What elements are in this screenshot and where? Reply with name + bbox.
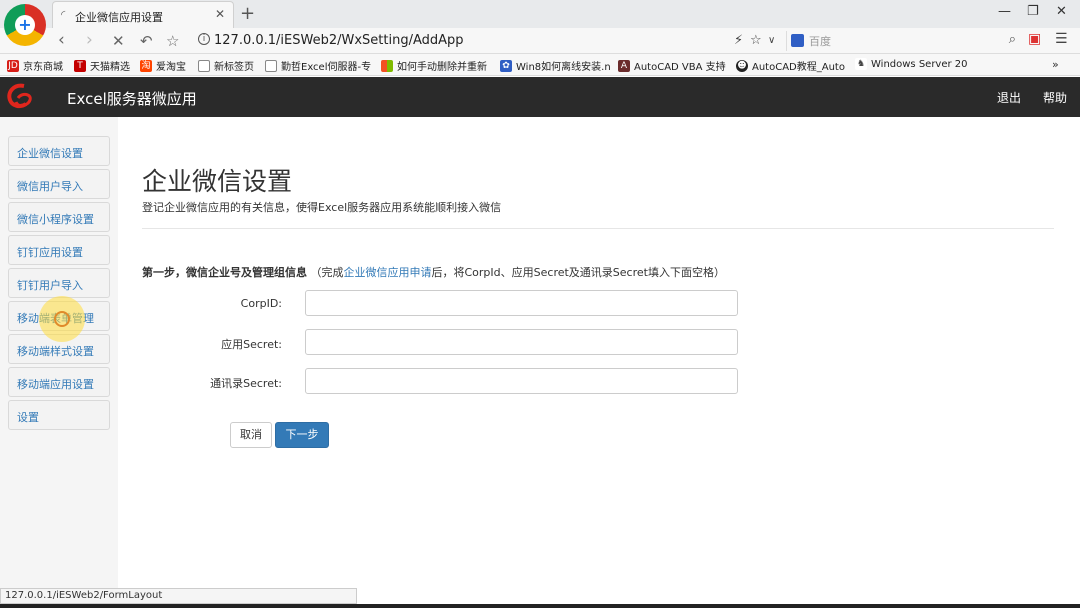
dropdown-icon[interactable]: ∨ bbox=[768, 35, 775, 46]
forward-icon[interactable]: › bbox=[86, 30, 93, 50]
bookmark-item[interactable]: 新标签页 bbox=[198, 58, 254, 73]
cancel-button[interactable]: 取消 bbox=[230, 422, 272, 448]
status-bar-url: 127.0.0.1/iESWeb2/FormLayout bbox=[0, 588, 357, 604]
tab-title: 企业微信应用设置 bbox=[75, 11, 163, 24]
sidebar-item-mobile-app-settings[interactable]: 移动端应用设置 bbox=[8, 367, 110, 397]
taobao-icon: 淘 bbox=[140, 59, 152, 72]
sidebar-item-dingtalk-user-import[interactable]: 钉钉用户导入 bbox=[8, 268, 110, 298]
app-header: Excel服务器微应用 退出 帮助 bbox=[0, 77, 1080, 117]
baidu-icon[interactable] bbox=[791, 34, 804, 47]
step-note-suffix: 后，将CorpId、应用Secret及通讯录Secret填入下面空格） bbox=[431, 266, 725, 279]
divider bbox=[142, 228, 1054, 229]
browser-tab[interactable]: ◜ 企业微信应用设置 ✕ bbox=[52, 1, 234, 28]
emoji-icon: ☻ bbox=[736, 59, 748, 72]
sidebar-item-settings[interactable]: 设置 bbox=[8, 400, 110, 430]
site-info-icon[interactable]: i bbox=[198, 33, 210, 45]
wolf-icon: ♞ bbox=[855, 58, 867, 70]
bookmark-item[interactable]: 如何手动删除并重新 bbox=[381, 58, 487, 73]
bookmark-item[interactable]: 淘 爱淘宝 bbox=[140, 58, 186, 73]
url-text[interactable]: 127.0.0.1/iESWeb2/WxSetting/AddApp bbox=[214, 33, 464, 48]
corpid-input[interactable] bbox=[305, 290, 738, 316]
bookmarks-bar: JD 京东商城 T 天猫精选 淘 爱淘宝 新标签页 勤哲Excel伺服器-专 如… bbox=[0, 54, 1080, 76]
back-icon[interactable]: ‹ bbox=[58, 30, 65, 50]
next-step-button[interactable]: 下一步 bbox=[275, 422, 329, 448]
wecom-apply-link[interactable]: 企业微信应用申请 bbox=[344, 266, 432, 279]
bookmark-item[interactable]: A AutoCAD VBA 支持 bbox=[618, 58, 726, 73]
bookmarks-overflow-icon[interactable]: » bbox=[1052, 58, 1059, 71]
page-subtitle: 登记企业微信应用的有关信息，使得Excel服务器应用系统能顺利接入微信 bbox=[142, 201, 502, 214]
page-icon bbox=[265, 59, 277, 72]
step-note-prefix: （完成 bbox=[310, 266, 344, 279]
loading-icon: ◜ bbox=[61, 8, 66, 21]
url-input[interactable]: i 127.0.0.1/iESWeb2/WxSetting/AddApp ⚡ ☆… bbox=[190, 31, 782, 51]
app-logo-icon bbox=[7, 83, 32, 109]
browser-tab-strip: ◜ 企业微信应用设置 ✕ + — ❐ ✕ bbox=[0, 0, 1080, 28]
sidebar-item-dingtalk-app-settings[interactable]: 钉钉应用设置 bbox=[8, 235, 110, 265]
app-secret-input[interactable] bbox=[305, 329, 738, 355]
bookmark-item[interactable]: 勤哲Excel伺服器-专 bbox=[265, 58, 371, 73]
step-instruction: 第一步，微信企业号及管理组信息 （完成企业微信应用申请后，将CorpId、应用S… bbox=[142, 264, 725, 280]
favorite-icon[interactable]: ☆ bbox=[750, 33, 762, 48]
close-tab-icon[interactable]: ✕ bbox=[215, 7, 225, 21]
logout-link[interactable]: 退出 bbox=[997, 89, 1021, 106]
stop-icon[interactable]: ✕ bbox=[112, 32, 125, 50]
app-secret-label: 应用Secret: bbox=[221, 338, 282, 351]
bookmark-star-icon[interactable]: ☆ bbox=[166, 32, 179, 50]
page-title: 企业微信设置 bbox=[142, 167, 293, 196]
bookmark-item[interactable]: ✿ Win8如何离线安装.n bbox=[500, 58, 611, 73]
window-close-icon[interactable]: ✕ bbox=[1056, 4, 1067, 19]
pdf-icon[interactable]: ▣ bbox=[1028, 31, 1041, 47]
browser-logo-icon[interactable]: + bbox=[4, 4, 46, 46]
bookmark-item[interactable]: ☻ AutoCAD教程_Auto bbox=[736, 58, 845, 73]
restore-icon[interactable]: ❐ bbox=[1027, 4, 1039, 19]
search-placeholder[interactable]: 百度 bbox=[809, 33, 831, 49]
sidebar-item-wechat-user-import[interactable]: 微信用户导入 bbox=[8, 169, 110, 199]
sidebar-item-wecom-settings[interactable]: 企业微信设置 bbox=[8, 136, 110, 166]
address-bar: ‹ › ✕ ↶ ☆ i 127.0.0.1/iESWeb2/WxSetting/… bbox=[0, 28, 1080, 54]
contacts-secret-input[interactable] bbox=[305, 368, 738, 394]
new-tab-icon[interactable]: + bbox=[240, 3, 255, 24]
windows-icon bbox=[381, 59, 393, 72]
tmall-icon: T bbox=[74, 59, 86, 72]
page-icon bbox=[198, 59, 210, 72]
mouse-cursor-icon bbox=[54, 311, 70, 327]
search-icon[interactable]: ⌕ bbox=[1009, 32, 1016, 47]
jd-icon: JD bbox=[7, 59, 19, 72]
app-title: Excel服务器微应用 bbox=[67, 90, 197, 108]
corpid-label: CorpID: bbox=[240, 297, 282, 310]
sidebar-item-miniprogram-settings[interactable]: 微信小程序设置 bbox=[8, 202, 110, 232]
autocad-icon: A bbox=[618, 59, 630, 72]
minimize-icon[interactable]: — bbox=[998, 4, 1011, 19]
menu-icon[interactable]: ☰ bbox=[1055, 31, 1068, 47]
baidu-paw-icon: ✿ bbox=[500, 59, 512, 72]
undo-icon[interactable]: ↶ bbox=[140, 32, 153, 50]
search-box[interactable]: 百度 ⌕ bbox=[786, 31, 1022, 51]
bookmark-item[interactable]: T 天猫精选 bbox=[74, 58, 130, 73]
contacts-secret-label: 通讯录Secret: bbox=[210, 377, 282, 390]
bookmark-item[interactable]: JD 京东商城 bbox=[7, 58, 63, 73]
bookmark-item[interactable]: ♞ Windows Server 20 bbox=[855, 58, 968, 70]
lightning-icon[interactable]: ⚡ bbox=[734, 33, 743, 48]
taskbar-edge bbox=[0, 604, 1080, 608]
step-heading: 第一步，微信企业号及管理组信息 bbox=[142, 266, 307, 279]
help-link[interactable]: 帮助 bbox=[1043, 89, 1067, 106]
